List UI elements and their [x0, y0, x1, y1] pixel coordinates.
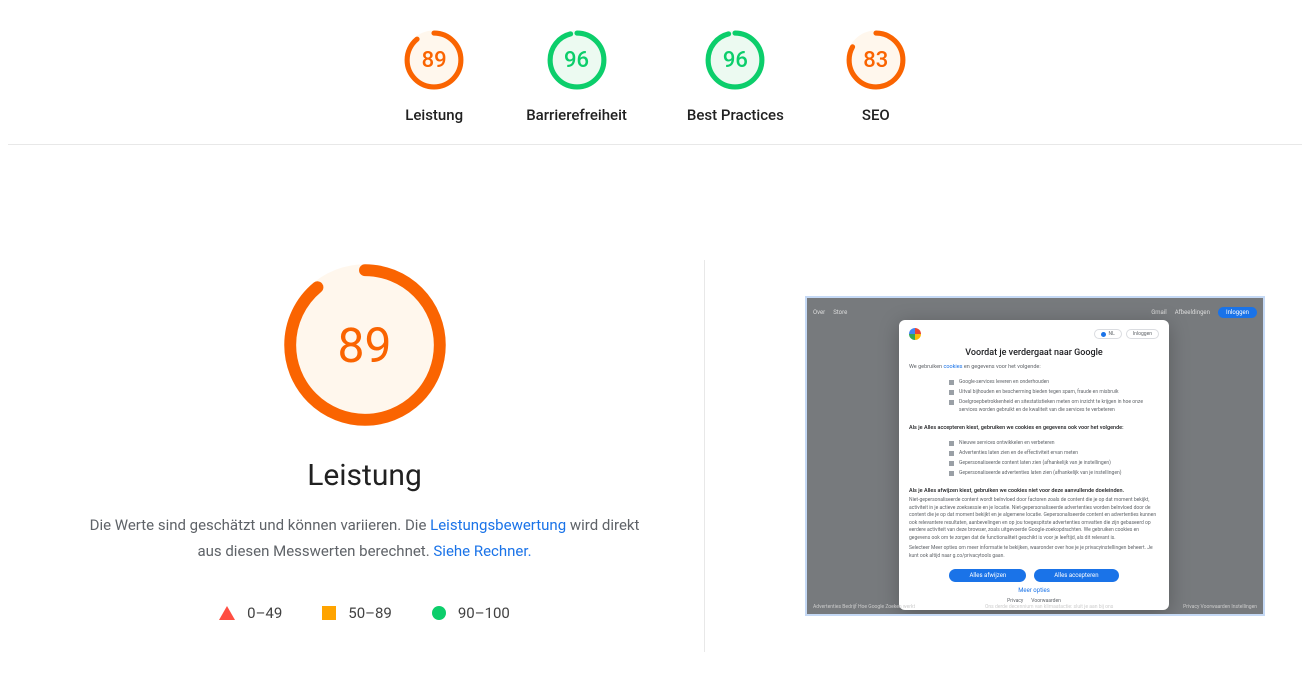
performance-section-title: Leistung [307, 458, 422, 493]
circle-icon [432, 606, 446, 620]
page-screenshot-thumbnail: OverStore GmailAfbeeldingenInloggen NL I… [805, 296, 1265, 616]
legend-item: 90–100 [432, 604, 510, 622]
score-legend: 0–49 50–89 90–100 [219, 604, 510, 622]
gauge-seo[interactable]: 83 SEO [844, 28, 908, 124]
gauge-best-practices[interactable]: 96 Best Practices [687, 28, 784, 124]
gauge-performance[interactable]: 89 Leistung [402, 28, 466, 124]
see-calculator-link[interactable]: Siehe Rechner. [433, 542, 531, 560]
language-pill: NL [1094, 329, 1122, 339]
more-options-link: Meer opties [909, 587, 1159, 594]
google-logo-icon [909, 328, 921, 340]
legend-item: 0–49 [219, 604, 282, 622]
consent-dialog: NL Inloggen Voordat je verdergaat naar G… [899, 320, 1169, 610]
gauge-label: Barrierefreiheit [526, 106, 627, 124]
performance-rating-link[interactable]: Leistungsbewertung [430, 516, 566, 534]
gauge-label: SEO [862, 106, 890, 124]
signin-pill: Inloggen [1126, 329, 1159, 339]
performance-description: Die Werte sind geschätzt und können vari… [85, 513, 645, 564]
gauge-label: Best Practices [687, 106, 784, 124]
gauge-accessibility[interactable]: 96 Barrierefreiheit [526, 28, 627, 124]
gauge-score: 96 [703, 28, 767, 92]
gauge-score: 96 [545, 28, 609, 92]
square-icon [322, 606, 336, 620]
consent-title: Voordat je verdergaat naar Google [909, 348, 1159, 358]
accept-all-button: Alles accepteren [1034, 569, 1118, 582]
performance-gauge-large: 89 [280, 260, 450, 430]
gauge-score: 83 [844, 28, 908, 92]
triangle-icon [219, 606, 235, 620]
consent-subtitle: We gebruiken cookies en gegevens voor he… [909, 364, 1159, 370]
reject-all-button: Alles afwijzen [949, 569, 1026, 582]
gauge-score: 89 [402, 28, 466, 92]
gauge-label: Leistung [405, 106, 463, 124]
legend-item: 50–89 [322, 604, 392, 622]
big-gauge-score: 89 [280, 260, 450, 430]
